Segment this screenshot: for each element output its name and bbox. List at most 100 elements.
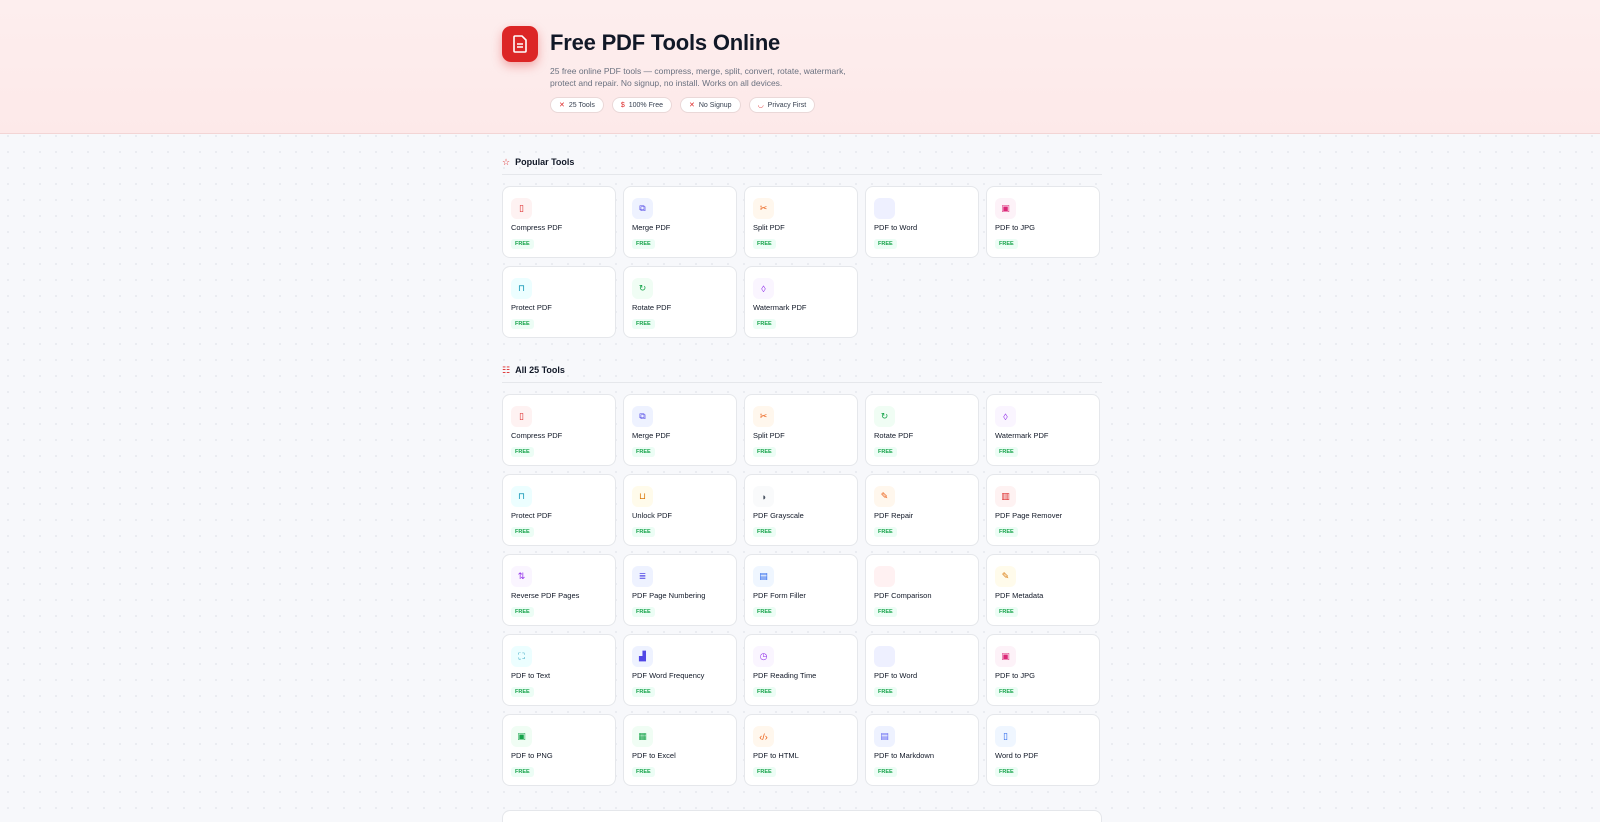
free-badge: FREE — [753, 527, 776, 537]
tool-icon — [874, 566, 895, 587]
tool-icon: ▯ — [511, 406, 532, 427]
free-badge: FREE — [632, 319, 655, 329]
free-badge: FREE — [753, 239, 776, 249]
tool-icon: ▥ — [995, 486, 1016, 507]
tool-card[interactable]: ⊓ Protect PDF FREE — [502, 474, 616, 546]
tool-card[interactable]: ✎ PDF Repair FREE — [865, 474, 979, 546]
free-badge: FREE — [632, 239, 655, 249]
tool-icon: ‹/› — [753, 726, 774, 747]
free-badge: FREE — [874, 239, 897, 249]
hero-banner: Free PDF Tools Online 25 free online PDF… — [0, 0, 1600, 134]
tool-name: Watermark PDF — [995, 431, 1049, 440]
all-tools-heading: ☷ All 25 Tools — [502, 361, 1102, 379]
free-badge: FREE — [995, 527, 1018, 537]
tool-name: PDF to Word — [874, 223, 918, 232]
tool-card[interactable]: ▤ PDF to Markdown FREE — [865, 714, 979, 786]
free-badge: FREE — [511, 319, 534, 329]
tool-name: PDF Metadata — [995, 591, 1044, 600]
tool-name: Merge PDF — [632, 223, 671, 232]
free-badge: FREE — [632, 687, 655, 697]
tool-card[interactable]: ⛶ PDF to Text FREE — [502, 634, 616, 706]
tool-card[interactable]: ▣ PDF to PNG FREE — [502, 714, 616, 786]
tool-icon: ⧉ — [632, 198, 653, 219]
tool-icon: ▯ — [995, 726, 1016, 747]
tool-card[interactable]: ‹/› PDF to HTML FREE — [744, 714, 858, 786]
tool-card[interactable]: ◊ Watermark PDF FREE — [744, 266, 858, 338]
page-title: Free PDF Tools Online — [550, 30, 781, 55]
tool-card[interactable]: ▯ Word to PDF FREE — [986, 714, 1100, 786]
section-title: All 25 Tools — [515, 365, 565, 375]
dollar-icon: $ — [620, 101, 625, 109]
free-badge: FREE — [511, 447, 534, 457]
tool-card[interactable]: PDF to Word FREE — [865, 634, 979, 706]
tool-card[interactable]: ✎ PDF Metadata FREE — [986, 554, 1100, 626]
tool-name: PDF to Text — [511, 671, 551, 680]
tool-card[interactable]: ▤ PDF Form Filler FREE — [744, 554, 858, 626]
free-badge: FREE — [511, 239, 534, 249]
pill-free: $ 100% Free — [611, 97, 672, 113]
tool-card[interactable]: ◊ Watermark PDF FREE — [986, 394, 1100, 466]
tool-name: PDF Page Remover — [995, 511, 1063, 520]
tool-icon: ⧉ — [632, 406, 653, 427]
tool-name: Compress PDF — [511, 223, 563, 232]
tool-card[interactable]: ↻ Rotate PDF FREE — [865, 394, 979, 466]
tool-card[interactable]: ▯ Compress PDF FREE — [502, 186, 616, 258]
tool-card[interactable]: ▦ PDF to Excel FREE — [623, 714, 737, 786]
tool-card[interactable]: ↻ Rotate PDF FREE — [623, 266, 737, 338]
tool-icon: ◑ — [753, 486, 774, 507]
tool-card[interactable]: ▣ PDF to JPG FREE — [986, 634, 1100, 706]
tool-name: PDF Reading Time — [753, 671, 817, 680]
tool-name: Split PDF — [753, 223, 785, 232]
tool-card[interactable]: ⧉ Merge PDF FREE — [623, 186, 737, 258]
free-badge: FREE — [511, 607, 534, 617]
tool-icon: ◷ — [753, 646, 774, 667]
tool-card[interactable]: ✂ Split PDF FREE — [744, 394, 858, 466]
free-badge: FREE — [632, 447, 655, 457]
tool-card[interactable]: ▣ PDF to JPG FREE — [986, 186, 1100, 258]
tool-icon: ▣ — [995, 646, 1016, 667]
pill-no-signup: ✕ No Signup — [679, 97, 741, 113]
tool-card[interactable]: ⊓ Protect PDF FREE — [502, 266, 616, 338]
tool-icon: ⊓ — [511, 278, 532, 299]
tool-card[interactable]: ◷ PDF Reading Time FREE — [744, 634, 858, 706]
tool-card[interactable]: ▯ Compress PDF FREE — [502, 394, 616, 466]
tool-name: PDF Form Filler — [753, 591, 806, 600]
tool-card[interactable]: PDF to Word FREE — [865, 186, 979, 258]
section-title: Popular Tools — [515, 157, 575, 167]
tool-card[interactable]: ⇅ Reverse PDF Pages FREE — [502, 554, 616, 626]
tool-card[interactable]: ⊔ Unlock PDF FREE — [623, 474, 737, 546]
tool-card[interactable]: ⧉ Merge PDF FREE — [623, 394, 737, 466]
tool-card[interactable]: ▟ PDF Word Frequency FREE — [623, 634, 737, 706]
tool-card[interactable]: PDF Comparison FREE — [865, 554, 979, 626]
tool-card[interactable]: ◑ PDF Grayscale FREE — [744, 474, 858, 546]
tool-name: PDF to HTML — [753, 751, 799, 760]
tool-card[interactable]: ≣ PDF Page Numbering FREE — [623, 554, 737, 626]
popular-tools-heading: ☆ Popular Tools — [502, 153, 1102, 171]
bottom-panel — [502, 810, 1102, 822]
tool-icon: ↻ — [874, 406, 895, 427]
tool-icon: ▦ — [632, 726, 653, 747]
tool-name: PDF to PNG — [511, 751, 553, 760]
tool-card[interactable]: ▥ PDF Page Remover FREE — [986, 474, 1100, 546]
tool-name: PDF Comparison — [874, 591, 932, 600]
free-badge: FREE — [753, 447, 776, 457]
tool-icon: ↻ — [632, 278, 653, 299]
free-badge: FREE — [995, 607, 1018, 617]
tool-name: PDF to Markdown — [874, 751, 935, 760]
tool-icon: ⊓ — [511, 486, 532, 507]
free-badge: FREE — [995, 687, 1018, 697]
free-badge: FREE — [753, 767, 776, 777]
tool-card[interactable]: ✂ Split PDF FREE — [744, 186, 858, 258]
tool-icon: ▯ — [511, 198, 532, 219]
free-badge: FREE — [874, 687, 897, 697]
free-badge: FREE — [511, 527, 534, 537]
tool-icon: ▤ — [874, 726, 895, 747]
tool-name: PDF Word Frequency — [632, 671, 705, 680]
tool-icon: ≣ — [632, 566, 653, 587]
tool-icon — [874, 198, 895, 219]
free-badge: FREE — [995, 767, 1018, 777]
free-badge: FREE — [753, 607, 776, 617]
tool-icon: ◊ — [995, 406, 1016, 427]
tool-name: Merge PDF — [632, 431, 671, 440]
tool-icon: ✂ — [753, 198, 774, 219]
